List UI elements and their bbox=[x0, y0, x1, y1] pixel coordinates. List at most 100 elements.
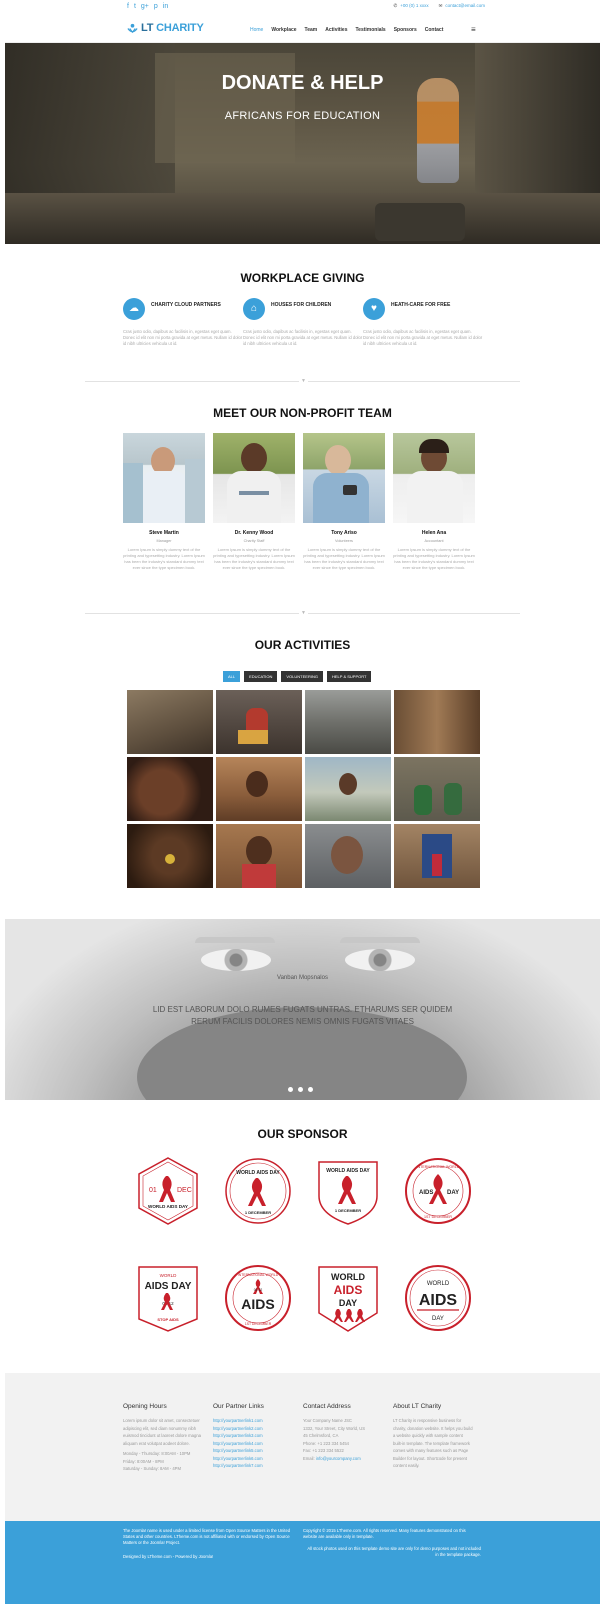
sponsor-logo[interactable]: WORLD AIDS DAY bbox=[313, 1263, 383, 1333]
sponsor-logo[interactable]: WORLD AIDS DAY 01 12 STOP AIDS bbox=[133, 1263, 203, 1333]
team-member: Dr. Kenny Wood Charity Staff Lorem Ipsum… bbox=[213, 433, 295, 571]
pagination-dot[interactable] bbox=[288, 1087, 293, 1092]
topbar: f t g+ p in ✆ +00 (0) 1 xxxx ✉ contact@ema… bbox=[5, 0, 600, 14]
filter-education[interactable]: EDUCATION bbox=[244, 671, 278, 682]
facebook-icon[interactable]: f bbox=[127, 3, 129, 11]
badge-text: AIDS bbox=[419, 1190, 433, 1196]
member-role: Charity Staff bbox=[243, 539, 265, 543]
partner-link[interactable]: http://yourpartnerlink3.com bbox=[213, 1432, 293, 1440]
chevron-down-icon: ▼ bbox=[299, 378, 308, 384]
workplace-title: WORKPLACE GIVING bbox=[240, 271, 365, 285]
member-name: Tony Ariso bbox=[331, 530, 357, 536]
badge-text: 1ST DECEMBER bbox=[245, 1322, 272, 1326]
badge-text: WORLD AIDS DAY bbox=[148, 1204, 188, 1209]
partner-link[interactable]: http://yourpartnerlink2.com bbox=[213, 1425, 293, 1433]
footer-bottom-bar: The Joomla! name is used under a limited… bbox=[5, 1521, 600, 1604]
social-links: f t g+ p in bbox=[127, 3, 168, 11]
badge-text: 01 12 bbox=[254, 1288, 263, 1292]
testimonial-quote: LID EST LABORUM DOLO RUMES FUGATS UNTRAS… bbox=[152, 1005, 453, 1026]
footer-disclaimer: All stock photos used on this template d… bbox=[307, 1546, 481, 1557]
sponsor-logo[interactable]: 01 DEC WORLD AIDS DAY bbox=[133, 1156, 203, 1226]
sponsor-logo[interactable]: WORLD AIDS DAY bbox=[403, 1263, 473, 1333]
contact-line: 45 Chelmsford, CA bbox=[303, 1433, 339, 1438]
filter-volunteering[interactable]: VOLUNTEERING bbox=[281, 671, 323, 682]
nav-testimonials[interactable]: Testimonials bbox=[355, 27, 385, 33]
badge-text: STOP AIDS bbox=[157, 1317, 179, 1322]
badge-text: WORLD bbox=[427, 1281, 450, 1287]
badge-text: AIDS DAY bbox=[145, 1281, 192, 1292]
team-title: MEET OUR NON-PROFIT TEAM bbox=[213, 406, 392, 420]
gallery-image[interactable] bbox=[127, 757, 213, 821]
twitter-icon[interactable]: t bbox=[134, 3, 136, 11]
header: LT CHARITY Home Workplace Team Activitie… bbox=[5, 16, 600, 43]
nav-workplace[interactable]: Workplace bbox=[271, 27, 296, 33]
partner-link[interactable]: http://yourpartnerlink1.com bbox=[213, 1417, 293, 1425]
sponsor-logo[interactable]: WORLD AIDS DAY 1 DECEMBER bbox=[223, 1156, 293, 1226]
gallery-image[interactable] bbox=[216, 757, 302, 821]
contact-line: 1332, Your Street, City World, US bbox=[303, 1425, 366, 1431]
filter-all[interactable]: ALL bbox=[223, 671, 241, 682]
nav-contact[interactable]: Contact bbox=[425, 27, 444, 33]
gallery-image[interactable] bbox=[305, 690, 391, 754]
partner-link[interactable]: http://yourpartnerlink6.com bbox=[213, 1455, 293, 1463]
pagination-dot[interactable] bbox=[298, 1087, 303, 1092]
partner-link[interactable]: http://yourpartnerlink7.com bbox=[213, 1462, 293, 1470]
workplace-item-text: Cras justo odio, dapibus ac facilisis in… bbox=[243, 329, 363, 346]
partner-link[interactable]: http://yourpartnerlink4.com bbox=[213, 1440, 293, 1448]
menu-icon[interactable]: ≡ bbox=[471, 25, 476, 34]
contact-line: Your Company Name JSC bbox=[303, 1418, 352, 1423]
contact-email-label: Email: bbox=[303, 1455, 316, 1461]
workplace-item-text: Cras justo odio, dapibus ac facilisis in… bbox=[123, 329, 243, 346]
contact-email[interactable]: info@yourcompany.com bbox=[316, 1456, 361, 1461]
gallery-image[interactable] bbox=[127, 824, 213, 888]
sponsor-logo[interactable]: INTERNATIONAL WORLD AIDS DAY 1ST DECEMBE… bbox=[403, 1156, 473, 1226]
gallery-image[interactable] bbox=[394, 690, 480, 754]
footer-opening-hours: Opening Hours Lorem ipsum dolor sit amet… bbox=[123, 1403, 203, 1473]
email-icon: ✉ bbox=[438, 3, 443, 8]
page: f t g+ p in ✆ +00 (0) 1 xxxx ✉ contact@ema… bbox=[5, 0, 600, 1604]
footer-heading: Opening Hours bbox=[123, 1403, 167, 1410]
badge-text: DAY bbox=[432, 1316, 444, 1322]
pagination-dot[interactable] bbox=[308, 1087, 313, 1092]
opening-hours-line: Friday: 8:00AM - 8PM bbox=[123, 1458, 164, 1464]
gallery-image[interactable] bbox=[127, 690, 213, 754]
nav-home[interactable]: Home bbox=[250, 27, 263, 33]
badge-text: 1ST DECEMBER bbox=[424, 1215, 452, 1219]
gallery-image[interactable] bbox=[216, 824, 302, 888]
sponsor-title: OUR SPONSOR bbox=[257, 1127, 348, 1141]
gallery-image[interactable] bbox=[305, 757, 391, 821]
team-member: Tony Ariso Volunteers Lorem Ipsum is sim… bbox=[303, 433, 385, 571]
footer-heading: About LT Charity bbox=[393, 1403, 442, 1410]
badge-text: AIDS bbox=[419, 1292, 458, 1309]
sponsor-logo[interactable]: WORLD AIDS DAY 1 DECEMBER bbox=[313, 1156, 383, 1226]
topbar-email[interactable]: contact@email.com bbox=[445, 3, 485, 8]
gallery-image[interactable] bbox=[305, 824, 391, 888]
testimonial-author: Vanban Mopsnalos bbox=[277, 975, 328, 981]
linkedin-icon[interactable]: in bbox=[163, 3, 168, 11]
footer-legal: The Joomla! name is used under a limited… bbox=[123, 1528, 291, 1545]
cloud-icon: ☁ bbox=[123, 298, 145, 320]
filter-help-support[interactable]: HELP & SUPPORT bbox=[326, 671, 372, 682]
opening-text: Lorem ipsum dolor sit amet, consectetuer… bbox=[123, 1418, 201, 1446]
gallery-image[interactable] bbox=[394, 757, 480, 821]
nav-activities[interactable]: Activities bbox=[325, 27, 347, 33]
footer-contact: Contact Address Your Company Name JSC 13… bbox=[303, 1403, 383, 1462]
badge-text: WORLD bbox=[331, 1272, 365, 1282]
member-role: Manager bbox=[156, 539, 172, 543]
gallery-image[interactable] bbox=[216, 690, 302, 754]
member-name: Helen Ana bbox=[421, 530, 447, 536]
google-plus-icon[interactable]: g+ bbox=[141, 3, 149, 11]
member-role: Volunteers bbox=[335, 539, 353, 543]
chevron-down-icon: ▼ bbox=[299, 610, 308, 616]
sponsor-logo[interactable]: INTERNATIONAL WORLD 01 12 AIDS 1ST DECEM… bbox=[223, 1263, 293, 1333]
nav-team[interactable]: Team bbox=[305, 27, 318, 33]
pinterest-icon[interactable]: p bbox=[154, 3, 158, 11]
nav-sponsors[interactable]: Sponsors bbox=[394, 27, 417, 33]
badge-text: 1 DECEMBER bbox=[335, 1208, 361, 1213]
partner-link[interactable]: http://yourpartnerlink5.com bbox=[213, 1447, 293, 1455]
workplace-item-heading: HOUSES FOR CHILDREN bbox=[271, 302, 332, 308]
gallery-image[interactable] bbox=[394, 824, 480, 888]
badge-text: 1 DECEMBER bbox=[245, 1210, 271, 1215]
logo[interactable]: LT CHARITY bbox=[127, 22, 204, 34]
footer-heading: Contact Address bbox=[303, 1403, 351, 1410]
